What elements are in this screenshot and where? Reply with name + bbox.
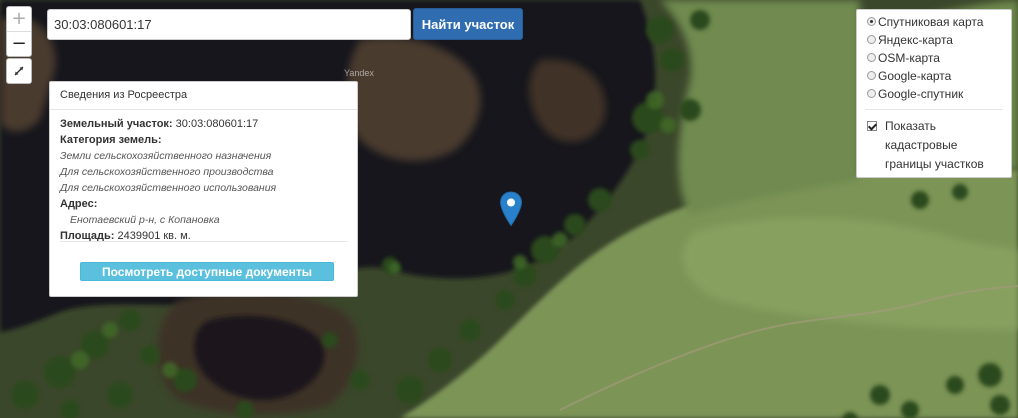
layer-option-satellite[interactable]: Спутниковая карта <box>867 13 983 31</box>
zoom-in-button[interactable]: + <box>7 7 31 32</box>
layer-option-osm[interactable]: OSM-карта <box>867 49 940 67</box>
radio-icon[interactable] <box>867 53 876 63</box>
layer-option-label: OSM-карта <box>878 51 940 65</box>
radio-icon[interactable] <box>867 71 876 81</box>
radio-selected-icon[interactable] <box>867 17 876 27</box>
category-item: Земли сельскохозяйственного назначения <box>60 150 272 162</box>
cadastre-checkbox-label[interactable]: Показать кадастровые границы участков <box>885 117 1005 174</box>
layer-switcher: Спутниковая карта Яндекс-карта OSM-карта… <box>856 9 1012 178</box>
radio-icon[interactable] <box>867 35 876 45</box>
parcel-value: 30:03:080601:17 <box>175 118 259 130</box>
fullscreen-button[interactable] <box>6 58 32 84</box>
info-divider <box>60 241 347 242</box>
category-item: Для сельскохозяйственного производства <box>60 166 274 178</box>
layer-option-google-satellite[interactable]: Google-спутник <box>867 85 963 103</box>
layer-option-label: Google-спутник <box>878 87 964 101</box>
map-pin-icon[interactable] <box>499 191 523 227</box>
layer-option-yandex[interactable]: Яндекс-карта <box>867 31 953 49</box>
parcel-label: Земельный участок: <box>60 118 173 130</box>
layer-option-label: Спутниковая карта <box>878 15 984 29</box>
view-documents-button[interactable]: Посмотреть доступные документы <box>80 262 334 281</box>
zoom-out-button[interactable]: − <box>7 32 31 56</box>
rosreestr-info-panel: Сведения из Росреестра Земельный участок… <box>49 81 358 297</box>
layer-option-google-map[interactable]: Google-карта <box>867 67 951 85</box>
layer-option-label: Яндекс-карта <box>878 33 953 47</box>
info-panel-body: Земельный участок: 30:03:080601:17 Катег… <box>50 110 357 244</box>
category-label: Категория земель: <box>60 134 162 146</box>
info-panel-title: Сведения из Росреестра <box>50 82 357 110</box>
cadastral-search-input[interactable] <box>47 9 411 40</box>
layers-divider <box>865 109 1003 110</box>
cadastre-checkbox[interactable] <box>867 121 877 131</box>
radio-icon[interactable] <box>867 89 876 99</box>
expand-arrows-icon <box>14 66 24 76</box>
address-label: Адрес: <box>60 198 98 210</box>
map-attribution: Yandex <box>344 68 374 78</box>
zoom-control: + − <box>6 6 32 57</box>
layer-option-label: Google-карта <box>878 69 952 83</box>
find-parcel-button[interactable]: Найти участок <box>413 8 523 40</box>
parcel-row: Земельный участок: 30:03:080601:17 <box>60 116 347 132</box>
address-value: Енотаевский р-н, с Копановка <box>70 214 220 226</box>
category-item: Для сельскохозяйственного использования <box>60 182 277 194</box>
